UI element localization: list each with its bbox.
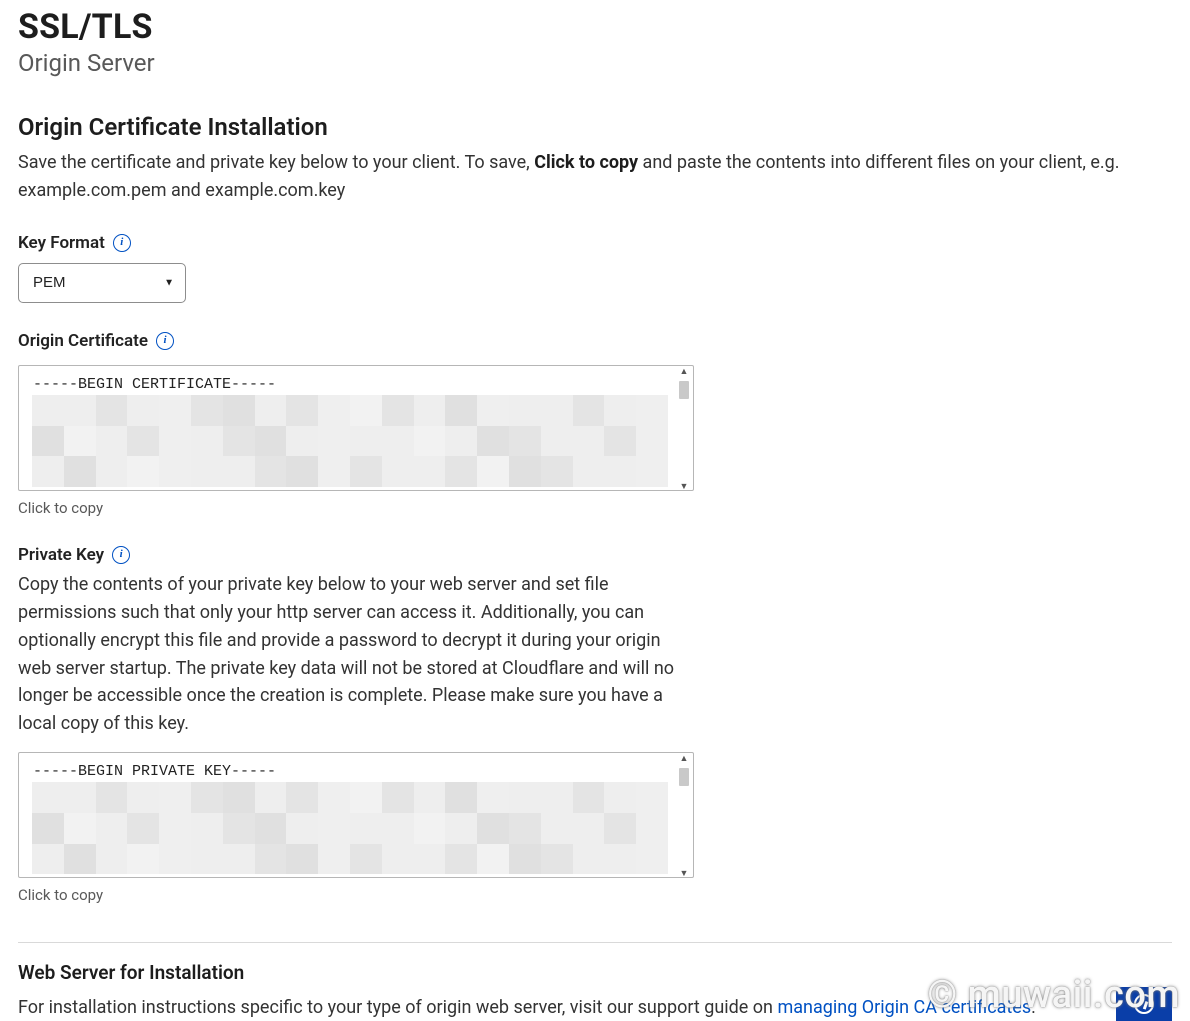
origin-cert-label: Origin Certificate (18, 331, 148, 351)
page-subtitle: Origin Server (18, 49, 1172, 77)
scrollbar[interactable]: ▲ ▼ (675, 366, 693, 494)
info-icon[interactable]: i (113, 234, 131, 252)
scroll-down-icon[interactable]: ▼ (680, 868, 689, 881)
managing-origin-ca-link[interactable]: managing Origin CA certificates (777, 997, 1031, 1018)
private-key-textarea[interactable] (18, 752, 694, 878)
private-key-copy-hint[interactable]: Click to copy (18, 886, 1172, 904)
info-icon[interactable]: i (112, 546, 130, 564)
origin-cert-copy-hint[interactable]: Click to copy (18, 499, 1172, 517)
page-title: SSL/TLS (18, 8, 1172, 47)
scroll-up-icon[interactable]: ▲ (680, 753, 689, 766)
install-text-before: For installation instructions specific t… (18, 997, 777, 1018)
key-format-label: Key Format (18, 233, 105, 253)
key-format-label-row: Key Format i (18, 233, 1172, 253)
intro-bold: Click to copy (534, 152, 638, 173)
origin-cert-label-row: Origin Certificate i (18, 331, 1172, 351)
scroll-up-icon[interactable]: ▲ (680, 366, 689, 379)
private-key-description: Copy the contents of your private key be… (18, 571, 698, 738)
scroll-thumb[interactable] (679, 768, 689, 786)
intro-text-before: Save the certificate and private key bel… (18, 152, 534, 173)
info-icon[interactable]: i (156, 332, 174, 350)
scroll-down-icon[interactable]: ▼ (680, 481, 689, 494)
private-key-label: Private Key (18, 545, 104, 565)
origin-cert-box[interactable]: ▲ ▼ (18, 365, 694, 495)
private-key-label-row: Private Key i (18, 545, 1172, 565)
private-key-box[interactable]: ▲ ▼ (18, 752, 694, 882)
divider (18, 942, 1172, 943)
install-text: For installation instructions specific t… (18, 994, 1172, 1021)
origin-cert-textarea[interactable] (18, 365, 694, 491)
scrollbar[interactable]: ▲ ▼ (675, 753, 693, 881)
key-format-select[interactable]: PEM (18, 263, 186, 303)
scroll-thumb[interactable] (679, 381, 689, 399)
section-heading: Origin Certificate Installation (18, 113, 1172, 141)
install-heading: Web Server for Installation (18, 961, 1172, 984)
section-intro: Save the certificate and private key bel… (18, 149, 1158, 205)
help-widget[interactable] (1116, 987, 1172, 1021)
install-text-after: . (1031, 997, 1036, 1018)
